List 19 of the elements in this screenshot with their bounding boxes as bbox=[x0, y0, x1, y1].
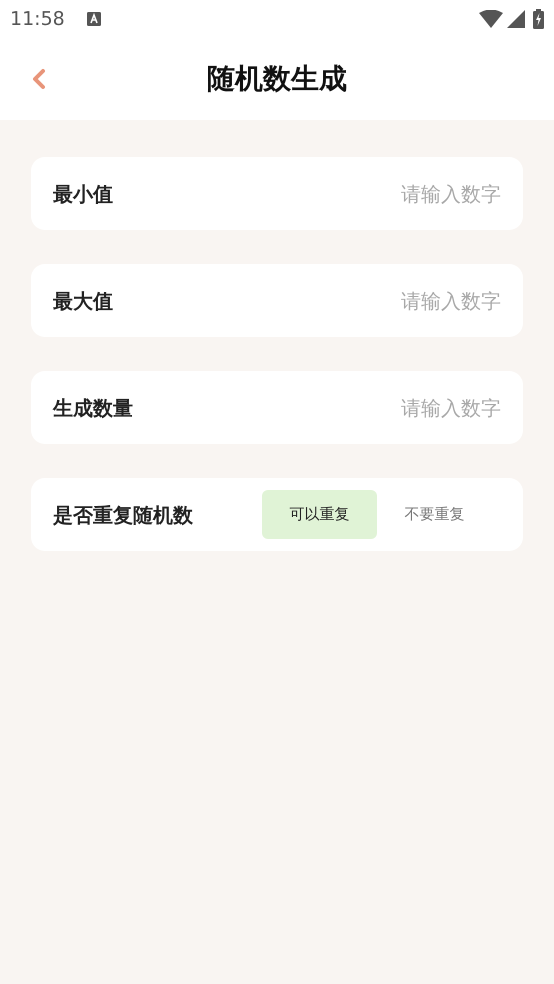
field-label: 最小值 bbox=[53, 180, 113, 208]
number-input[interactable]: 请输入数字 bbox=[113, 178, 501, 208]
repeat-option[interactable]: 可以重复 bbox=[262, 490, 377, 539]
battery-icon bbox=[533, 9, 544, 29]
repeat-option[interactable]: 不要重复 bbox=[377, 490, 492, 539]
number-input[interactable]: 请输入数字 bbox=[133, 392, 501, 422]
input-field[interactable]: 生成数量 请输入数字 bbox=[31, 371, 523, 444]
input-field[interactable]: 最大值 请输入数字 bbox=[31, 264, 523, 337]
status-time: 11:58 bbox=[10, 6, 65, 32]
field-label: 是否重复随机数 bbox=[53, 502, 194, 528]
signal-icon bbox=[507, 10, 525, 28]
number-input[interactable]: 请输入数字 bbox=[113, 286, 501, 316]
back-icon[interactable] bbox=[32, 68, 46, 90]
notification-icon bbox=[86, 12, 101, 26]
field-label: 最大值 bbox=[53, 288, 113, 314]
field-label: 生成数量 bbox=[53, 394, 133, 422]
page-title: 随机数生成 bbox=[207, 61, 347, 97]
input-field[interactable]: 最小值 请输入数字 bbox=[31, 157, 523, 230]
wifi-icon bbox=[479, 10, 503, 28]
